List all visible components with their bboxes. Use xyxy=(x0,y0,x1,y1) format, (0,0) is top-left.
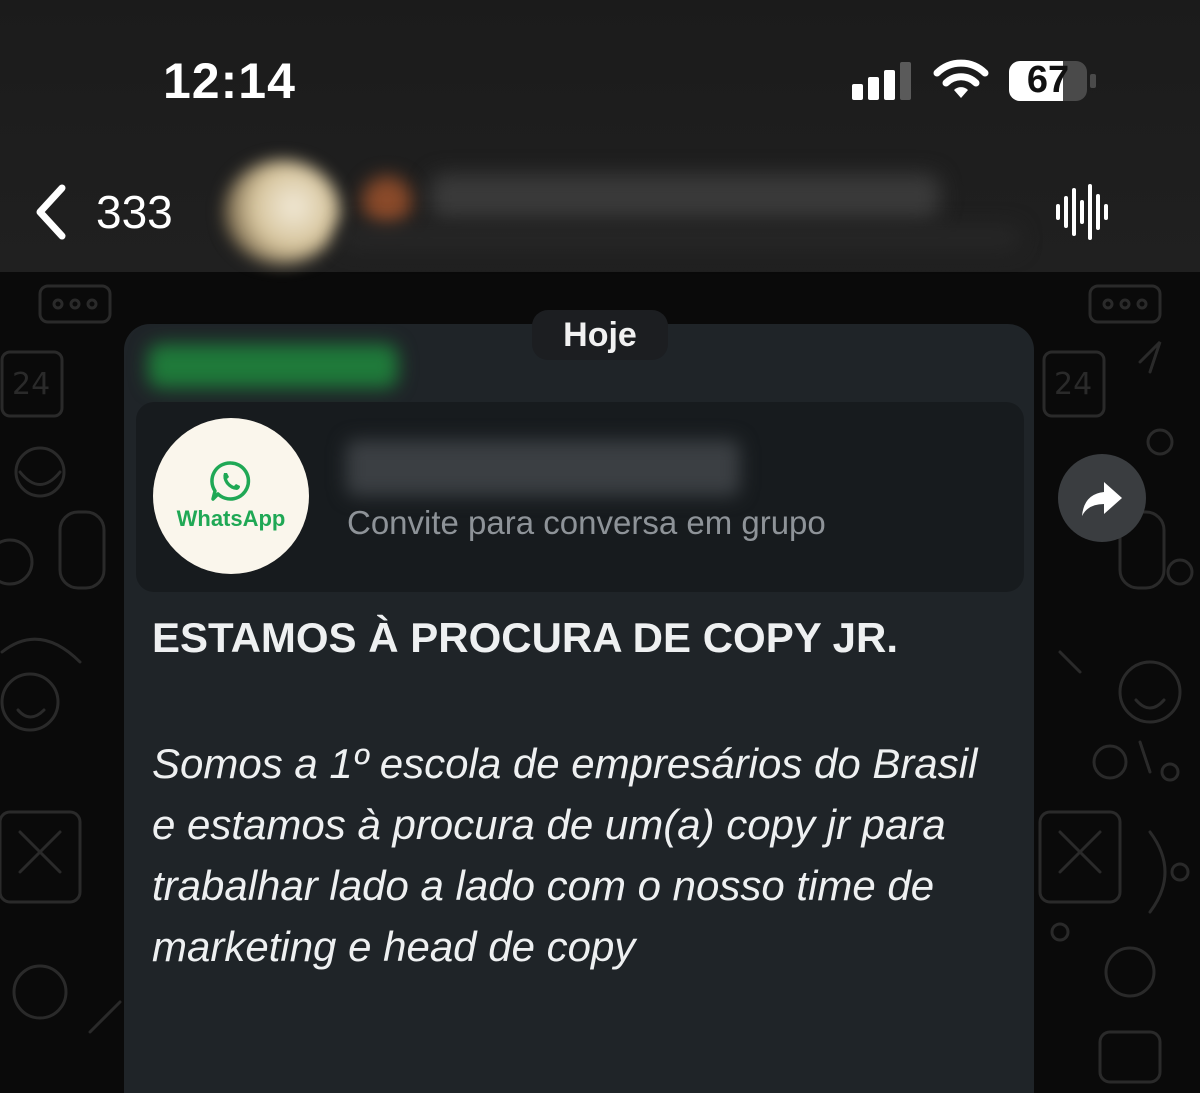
svg-text:24: 24 xyxy=(12,367,50,402)
forward-button[interactable] xyxy=(1058,454,1146,542)
message-heading: ESTAMOS À PROCURA DE COPY JR. xyxy=(152,614,898,661)
date-separator: Hoje xyxy=(532,310,668,360)
invite-subtitle: Convite para conversa em grupo xyxy=(347,504,826,541)
forward-arrow-icon xyxy=(1082,482,1122,516)
voice-call-icon[interactable] xyxy=(1052,184,1112,240)
svg-text:24: 24 xyxy=(1054,367,1092,402)
whatsapp-icon xyxy=(210,461,251,501)
contact-name-blurred[interactable] xyxy=(430,174,940,220)
back-button[interactable]: 333 xyxy=(30,180,200,244)
chevron-left-icon xyxy=(36,184,66,240)
contact-emoji-blurred xyxy=(362,176,412,226)
unread-count: 333 xyxy=(96,186,173,238)
whatsapp-chat-screen: 12:14 67 333 24 24 Hoje WhatsApp Convite… xyxy=(0,0,1200,1093)
wifi-icon xyxy=(933,59,989,98)
whatsapp-logo-text: WhatsApp xyxy=(176,506,286,531)
signal-icon xyxy=(852,62,911,100)
top-bar: 12:14 67 333 xyxy=(0,0,1200,272)
message-body: Somos a 1º escola de empresários do Bras… xyxy=(152,740,978,970)
contact-avatar[interactable] xyxy=(224,160,340,264)
battery-level: 67 xyxy=(1026,59,1070,101)
contact-subtitle-blurred xyxy=(340,226,1020,250)
status-time: 12:14 xyxy=(163,53,296,109)
sender-name-blurred xyxy=(148,344,398,388)
group-name-blurred xyxy=(346,440,740,496)
